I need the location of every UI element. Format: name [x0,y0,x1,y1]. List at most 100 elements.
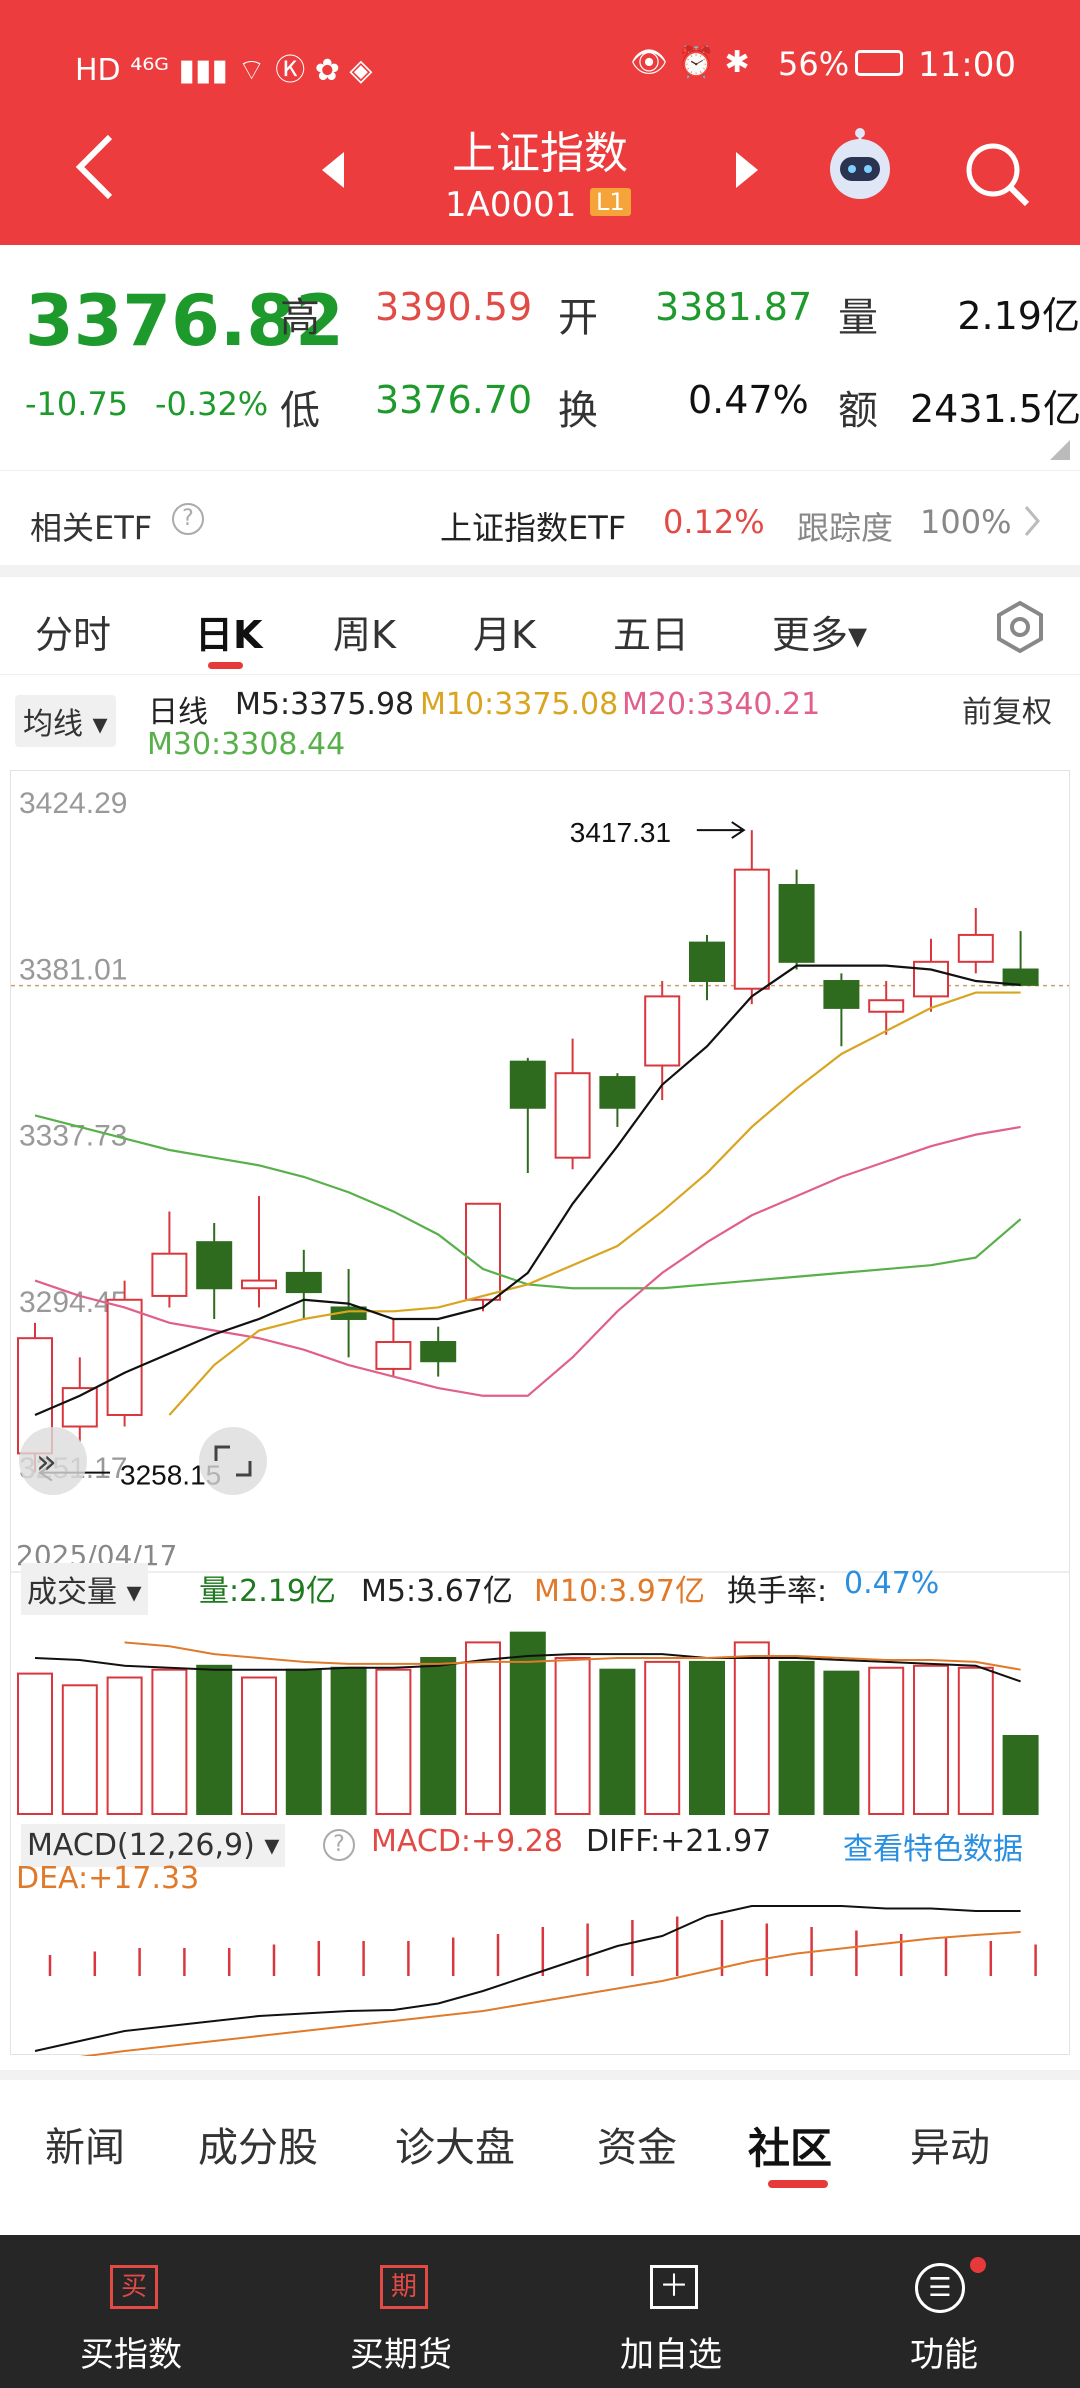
buy-futures-button[interactable]: 期 买期货 [270,2235,540,2388]
tab-weekly-k[interactable]: 周K [333,604,396,659]
candle-body [509,1060,546,1109]
candle-body [285,1271,322,1294]
volume-bar [106,1676,143,1815]
turnover-rate-label: 换手率: [727,1574,828,1609]
turnover-rate-value: 0.47% [844,1566,940,1601]
kline-chart-panel: 3424.293381.013337.733294.453251.173417.… [10,770,1070,2056]
candle-body [733,868,770,990]
volume-bar [957,1666,994,1815]
volume-label: 量 [838,295,878,341]
content-tabs: 新闻 成分股 诊大盘 资金 社区 异动 [0,2070,1080,2190]
menu-icon: ☰ [915,2263,965,2313]
etf-row[interactable]: 相关ETF ? 上证指数ETF 0.12% 跟踪度 100% [0,470,1080,570]
content-tab-indicator [768,2180,828,2188]
volume-bar [599,1668,636,1816]
status-icons: HD ⁴⁶ᴳ ▮▮▮ ⌔ Ⓚ ✿ ◈ [75,53,373,88]
battery-text: 56% [778,45,850,83]
tab-diagnose[interactable]: 诊大盘 [395,2115,515,2173]
candle-body [554,1072,591,1159]
tab-constituents[interactable]: 成分股 [198,2115,318,2173]
clock: 11:00 [918,45,1016,85]
period-tabs: 分时 日K 周K 月K 五日 更多▾ [0,577,1080,675]
quote-panel: 3376.82 -10.75 -0.32% 高 3390.59 开 3381.8… [0,245,1080,465]
ma5-line [34,964,1021,1417]
turnover-value: 0.47% [688,378,809,422]
ma10-value: M10:3375.08 [420,687,619,722]
ma-select[interactable]: 均线 ▾ [15,695,116,747]
tab-funds[interactable]: 资金 [597,2115,677,2173]
settings-hex-icon[interactable] [993,599,1048,654]
high-label: 高 [280,295,320,341]
next-triangle-icon[interactable] [732,150,762,190]
candle-body [868,999,905,1013]
low-label: 低 [280,388,320,434]
volume-bar [330,1666,367,1815]
high-value: 3390.59 [375,285,533,329]
candle-body [689,941,725,983]
ma30-value: M30:3308.44 [147,727,346,762]
candle-body [375,1341,412,1370]
tab-daily-k[interactable]: 日K [195,604,262,659]
volume-bar [733,1641,770,1816]
volume-bar [196,1664,233,1815]
ma5-value: M5:3375.98 [235,687,415,722]
fullscreen-button [199,1427,267,1495]
double-chevron-icon: » [36,1442,57,1482]
tab-more[interactable]: 更多▾ [772,604,867,659]
candle-body [823,980,860,1009]
ma10-line [168,991,1021,1416]
ma-type: 日线 [148,695,208,730]
volume-bar [151,1668,188,1816]
function-button[interactable]: ☰ 功能 [810,2235,1080,2388]
feature-data-link[interactable]: 查看特色数据 [843,1824,1023,1868]
amount-label: 额 [838,388,878,434]
bottom-action-bar: 买 买指数 期 买期货 ＋ 加自选 ☰ 功能 [0,2235,1080,2388]
help-icon[interactable]: ? [172,503,204,535]
tab-community[interactable]: 社区 [748,2115,832,2176]
volume-label: 量:2.19亿 [199,1574,336,1609]
macd-help-icon[interactable]: ? [323,1829,355,1861]
candle-body [61,1387,98,1428]
candle-body [196,1241,233,1290]
expand-corner-icon[interactable] [1050,440,1070,460]
volume-bar [823,1670,860,1816]
tab-intraday[interactable]: 分时 [35,604,111,659]
candle-body [420,1341,457,1363]
tab-five-day[interactable]: 五日 [613,604,689,659]
volume-chart [17,1631,1039,1816]
open-value: 3381.87 [655,285,813,329]
candle-body [106,1298,143,1416]
macd-chart [34,1905,1037,2056]
buy-index-button[interactable]: 买 买指数 [0,2235,270,2388]
volume-bar [509,1631,546,1816]
separator [0,565,1080,577]
search-icon[interactable] [963,140,1033,210]
volume-bar [285,1668,322,1816]
function-label: 功能 [910,2335,978,2375]
etf-label: 相关ETF [30,509,153,547]
dea-line [79,1931,1021,2056]
volume-bar [554,1657,591,1815]
adjust-toggle[interactable]: 前复权 [962,687,1052,731]
tab-movement[interactable]: 异动 [910,2115,990,2173]
volume-select[interactable]: 成交量 ▾ [21,1563,148,1615]
page-title: 上证指数 [452,128,628,179]
price-change-pct: -0.32% [155,385,269,423]
diff-line [34,1905,1021,2052]
volume-bar [868,1666,905,1815]
robot-assistant-icon[interactable] [820,125,900,205]
volume-bar [778,1660,815,1816]
y-tick-label: 3424.29 [19,787,127,820]
candlestick-chart[interactable]: 3424.293381.013337.733294.453251.173417.… [11,771,1069,1516]
volume-bar [689,1660,725,1816]
volume-m5: M5:3.67亿 [361,1574,513,1609]
add-watchlist-button[interactable]: ＋ 加自选 [540,2235,810,2388]
tab-monthly-k[interactable]: 月K [473,604,536,659]
buy-icon: 买 [110,2265,158,2309]
tab-news[interactable]: 新闻 [45,2115,125,2173]
candle-body [778,884,815,963]
candle-body [599,1076,636,1109]
max-arrow [696,821,746,839]
volume-bar [17,1672,53,1815]
low-value: 3376.70 [375,378,533,422]
